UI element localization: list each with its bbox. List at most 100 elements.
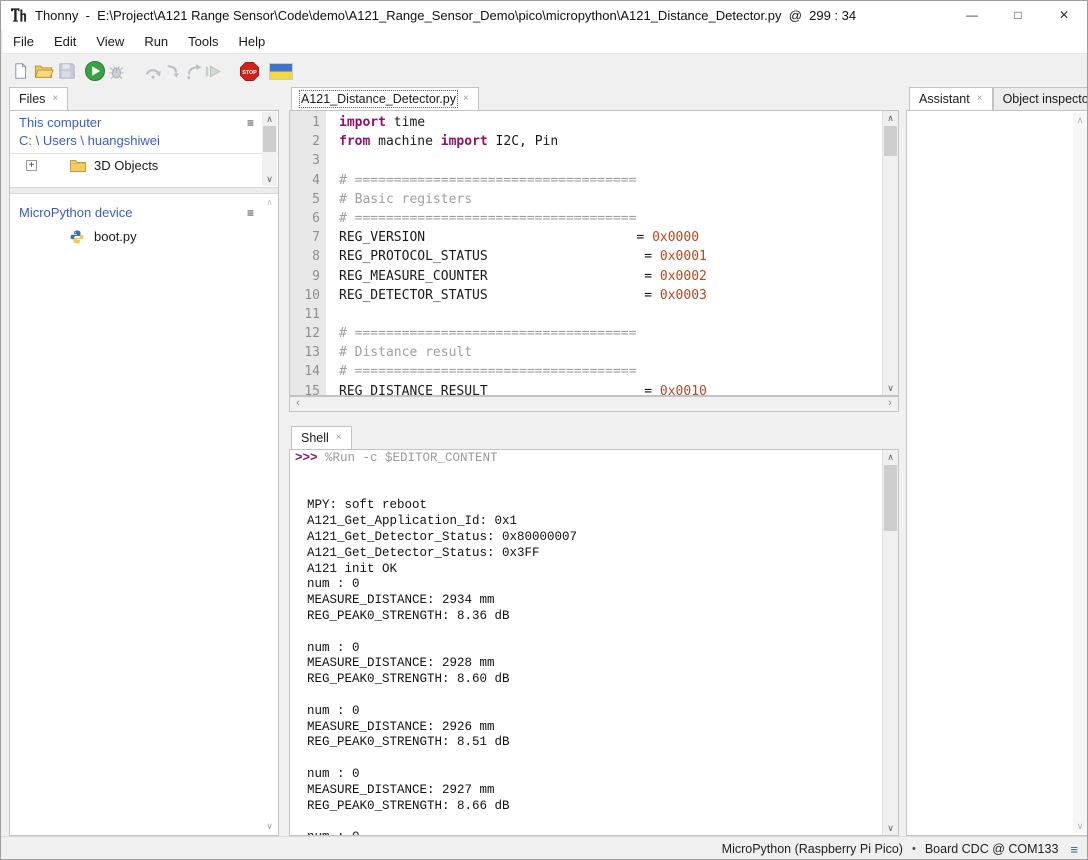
code-line[interactable]: # ==================================== xyxy=(339,209,882,228)
shell-output-line: num : 0 xyxy=(295,767,882,783)
shell-command: %Run -c $EDITOR_CONTENT xyxy=(325,451,498,465)
titlebar: Thonny - E:\Project\A121 Range Sensor\Co… xyxy=(1,1,1087,29)
files-top-scrollbar[interactable]: ∧ ∨ xyxy=(262,112,277,186)
code-line[interactable]: REG_DETECTOR_STATUS = 0x0003 xyxy=(339,286,882,305)
tab-object-inspector[interactable]: Object inspector xyxy=(993,87,1088,111)
shell-output[interactable]: >>> %Run -c $EDITOR_CONTENT MPY: soft reb… xyxy=(290,450,882,835)
scroll-down-icon[interactable]: ∨ xyxy=(262,172,277,186)
assistant-scrollbar[interactable]: ∧ ∨ xyxy=(1073,113,1087,833)
backend-label[interactable]: MicroPython (Raspberry Pi Pico) xyxy=(722,842,903,856)
tab-files[interactable]: Files × xyxy=(9,87,68,111)
scroll-up-icon[interactable]: ∧ xyxy=(883,111,898,125)
tab-shell[interactable]: Shell × xyxy=(291,426,352,450)
scrollbar-thumb[interactable] xyxy=(263,126,276,152)
code-line[interactable]: # ==================================== xyxy=(339,324,882,343)
scroll-down-icon[interactable]: ∨ xyxy=(262,819,277,833)
run-script-button[interactable] xyxy=(84,60,106,82)
scroll-up-icon[interactable]: ∧ xyxy=(262,112,277,126)
code-line[interactable]: from machine import I2C, Pin xyxy=(339,132,882,151)
scroll-down-icon[interactable]: ∨ xyxy=(883,381,898,395)
close-icon[interactable]: × xyxy=(336,433,342,443)
scroll-right-icon[interactable]: › xyxy=(883,397,897,411)
python-file-icon xyxy=(70,230,84,247)
close-icon[interactable]: × xyxy=(52,94,58,104)
code-line[interactable]: # ==================================== xyxy=(339,362,882,381)
scroll-left-icon[interactable]: ‹ xyxy=(291,397,305,411)
code-line[interactable]: # Distance result xyxy=(339,343,882,362)
scroll-down-icon[interactable]: ∨ xyxy=(883,821,898,835)
new-file-button[interactable] xyxy=(9,60,31,82)
shell-output-line: MPY: soft reboot xyxy=(295,498,882,514)
shell-prompt-line[interactable]: >>> %Run -c $EDITOR_CONTENT xyxy=(295,451,882,467)
code-line[interactable]: import time xyxy=(339,113,882,132)
close-button[interactable]: ✕ xyxy=(1041,1,1087,29)
code-line[interactable]: REG_MEASURE_COUNTER = 0x0002 xyxy=(339,267,882,286)
shell-panel: >>> %Run -c $EDITOR_CONTENT MPY: soft reb… xyxy=(289,449,899,836)
panel-menu-icon[interactable]: ≡ xyxy=(247,116,254,130)
maximize-button[interactable]: □ xyxy=(995,1,1041,29)
status-menu-icon[interactable]: ≡ xyxy=(1070,842,1078,857)
code-line[interactable]: REG_PROTOCOL_STATUS = 0x0001 xyxy=(339,247,882,266)
shell-output-line: num : 0 xyxy=(295,704,882,720)
shell-output-line: MEASURE_DISTANCE: 2927 mm xyxy=(295,783,882,799)
scrollbar-thumb[interactable] xyxy=(884,126,897,156)
menu-run[interactable]: Run xyxy=(134,31,178,52)
shell-output-line xyxy=(295,814,882,830)
code-line[interactable]: REG_VERSION = 0x0000 xyxy=(339,228,882,247)
assistant-panel: ∧ ∨ xyxy=(906,110,1088,836)
plus-glyph: + xyxy=(29,160,35,171)
code-line[interactable] xyxy=(339,305,882,324)
line-numbers-gutter: 123456789101112131415 xyxy=(290,111,326,395)
statusbar: MicroPython (Raspberry Pi Pico) • Board … xyxy=(1,836,1087,860)
tree-expand-icon[interactable]: + xyxy=(26,160,37,171)
scroll-down-icon[interactable]: ∨ xyxy=(1073,819,1087,833)
step-over-button xyxy=(142,60,164,82)
menu-tools[interactable]: Tools xyxy=(178,31,228,52)
shell-output-line xyxy=(295,688,882,704)
code-line[interactable]: # Basic registers xyxy=(339,190,882,209)
scroll-up-icon[interactable]: ∧ xyxy=(883,450,898,464)
files-root-title[interactable]: This computer xyxy=(19,115,101,130)
files-current-path[interactable]: C: \ Users \ huangshiwei xyxy=(19,133,160,148)
shell-output-line: A121 init OK xyxy=(295,562,882,578)
tab-assistant-label: Assistant xyxy=(919,92,970,106)
minimize-button[interactable]: — xyxy=(949,1,995,29)
shell-output-line: REG_PEAK0_STRENGTH: 8.66 dB xyxy=(295,799,882,815)
close-icon[interactable]: × xyxy=(463,94,469,104)
shell-output-line: A121_Get_Detector_Status: 0x80000007 xyxy=(295,530,882,546)
tree-item-3d-objects[interactable]: + 3D Objects xyxy=(10,157,260,175)
code-editor[interactable]: import timefrom machine import I2C, Pin #… xyxy=(326,111,882,395)
debug-script-button xyxy=(105,60,127,82)
menu-view[interactable]: View xyxy=(86,31,134,52)
scroll-up-icon[interactable]: ∧ xyxy=(1073,113,1087,127)
code-line[interactable]: # ==================================== xyxy=(339,171,882,190)
line-number: 14 xyxy=(290,362,320,381)
shell-output-line: REG_PEAK0_STRENGTH: 8.36 dB xyxy=(295,609,882,625)
editor-vertical-scrollbar[interactable]: ∧ ∨ xyxy=(882,111,898,395)
menu-file[interactable]: File xyxy=(3,31,44,52)
files-device-scrollbar[interactable]: ∧ ∨ xyxy=(262,195,277,833)
stop-restart-button[interactable]: STOP xyxy=(238,60,260,82)
shell-vertical-scrollbar[interactable]: ∧ ∨ xyxy=(882,450,898,835)
tab-object-inspector-label: Object inspector xyxy=(1003,92,1088,106)
menu-help[interactable]: Help xyxy=(229,31,276,52)
thonny-logo-icon xyxy=(10,7,27,23)
code-line[interactable] xyxy=(339,151,882,170)
menu-edit[interactable]: Edit xyxy=(44,31,86,52)
tab-assistant[interactable]: Assistant × xyxy=(909,87,993,111)
scroll-up-icon[interactable]: ∧ xyxy=(262,195,277,209)
line-number: 3 xyxy=(290,151,320,170)
open-file-button[interactable] xyxy=(32,60,54,82)
editor-horizontal-scrollbar[interactable]: ‹ › xyxy=(289,396,899,412)
scrollbar-thumb[interactable] xyxy=(884,465,897,531)
shell-output-line xyxy=(295,625,882,641)
line-number: 8 xyxy=(290,247,320,266)
port-label[interactable]: Board CDC @ COM133 xyxy=(925,842,1059,856)
close-icon[interactable]: × xyxy=(977,94,983,104)
tree-item-boot-py[interactable]: boot.py xyxy=(10,228,260,246)
tab-editor-file[interactable]: A121_Distance_Detector.py × xyxy=(291,87,479,111)
device-title[interactable]: MicroPython device xyxy=(19,205,132,220)
panel-menu-icon[interactable]: ≡ xyxy=(247,206,254,220)
code-line[interactable]: REG_DISTANCE_RESULT = 0x0010 xyxy=(339,382,882,395)
resume-button xyxy=(201,60,223,82)
